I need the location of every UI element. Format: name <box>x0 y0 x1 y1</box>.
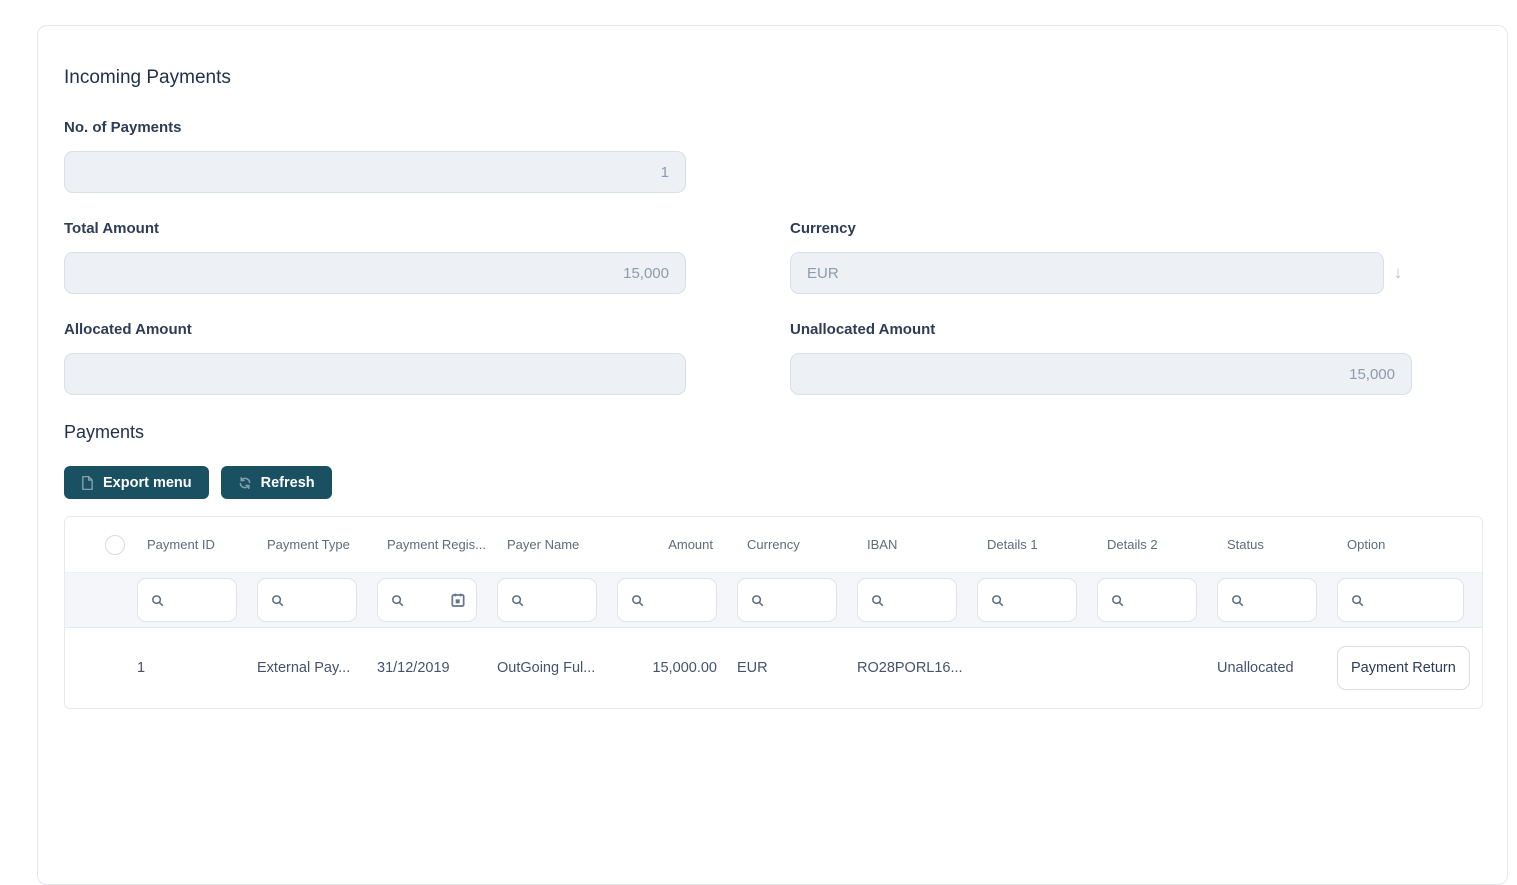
payments-table-filter-row <box>65 572 1482 628</box>
field-unallocated-amount: Unallocated Amount <box>790 321 1412 395</box>
cell-amount: 15,000.00 <box>652 660 717 676</box>
search-icon <box>152 594 164 606</box>
filter-amount[interactable] <box>617 578 717 622</box>
filter-payer-name[interactable] <box>497 578 597 622</box>
cell-payment-type: External Pay... <box>257 660 351 676</box>
search-icon <box>1112 594 1124 606</box>
col-header-iban: IBAN <box>867 537 898 552</box>
total-amount-input[interactable] <box>64 252 686 294</box>
payment-table-row: 1 External Pay... 31/12/2019 OutGoing Fu… <box>65 628 1482 708</box>
filter-payment-registration-date[interactable] <box>377 578 477 622</box>
payments-section-title: Payments <box>64 422 145 442</box>
field-allocated-amount: Allocated Amount <box>64 321 686 395</box>
file-icon <box>81 475 94 490</box>
no-of-payments-input[interactable] <box>64 151 686 193</box>
export-menu-label: Export menu <box>103 474 192 491</box>
payments-table: Payment ID Payment Type Payment Regis...… <box>64 516 1483 709</box>
filter-payment-type[interactable] <box>257 578 357 622</box>
currency-input[interactable] <box>790 252 1384 294</box>
col-header-status: Status <box>1227 537 1264 552</box>
search-icon <box>1352 594 1364 606</box>
col-header-details-1: Details 1 <box>987 537 1038 552</box>
col-header-payment-id: Payment ID <box>147 537 215 552</box>
search-icon <box>392 594 404 606</box>
filter-currency[interactable] <box>737 578 837 622</box>
payment-summary-form: No. of Payments Total Amount Currency ↓ … <box>64 119 1481 422</box>
payment-return-button[interactable]: Payment Return <box>1337 646 1470 690</box>
no-of-payments-label: No. of Payments <box>64 119 182 136</box>
cell-status: Unallocated <box>1217 660 1294 676</box>
allocated-amount-label: Allocated Amount <box>64 321 192 338</box>
field-total-amount: Total Amount <box>64 220 686 294</box>
refresh-label: Refresh <box>260 474 315 491</box>
cell-payer-name: OutGoing Ful... <box>497 660 596 676</box>
search-icon <box>1232 594 1244 606</box>
cell-payment-registration: 31/12/2019 <box>377 660 450 676</box>
unallocated-amount-input[interactable] <box>790 353 1412 395</box>
page-title: Incoming Payments <box>64 67 231 88</box>
field-no-of-payments: No. of Payments <box>64 119 686 193</box>
select-all-checkbox[interactable] <box>105 534 125 555</box>
field-currency: Currency ↓ <box>790 220 1412 294</box>
col-header-payer-name: Payer Name <box>507 537 580 552</box>
cell-payment-id: 1 <box>137 660 146 676</box>
currency-dropdown-arrow-icon[interactable]: ↓ <box>1384 263 1412 283</box>
incoming-payments-panel: Incoming Payments No. of Payments Total … <box>37 25 1508 885</box>
search-icon <box>272 594 284 606</box>
filter-payment-id[interactable] <box>137 578 237 622</box>
col-header-option: Option <box>1347 537 1386 552</box>
col-header-details-2: Details 2 <box>1107 537 1158 552</box>
filter-option[interactable] <box>1337 578 1464 622</box>
filter-status[interactable] <box>1217 578 1317 622</box>
currency-label: Currency <box>790 220 856 237</box>
export-menu-button[interactable]: Export menu <box>64 466 209 499</box>
total-amount-label: Total Amount <box>64 220 159 237</box>
filter-details-2[interactable] <box>1097 578 1197 622</box>
calendar-icon[interactable] <box>450 592 466 608</box>
col-header-payment-registration: Payment Regis... <box>387 537 486 552</box>
cell-iban: RO28PORL16... <box>857 660 963 676</box>
col-header-payment-type: Payment Type <box>267 537 350 552</box>
col-header-currency: Currency <box>747 537 800 552</box>
payments-table-header-row: Payment ID Payment Type Payment Regis...… <box>65 517 1482 572</box>
search-icon <box>872 594 884 606</box>
filter-details-1[interactable] <box>977 578 1077 622</box>
search-icon <box>632 594 644 606</box>
unallocated-amount-label: Unallocated Amount <box>790 321 936 338</box>
search-icon <box>512 594 524 606</box>
col-header-amount: Amount <box>668 537 713 552</box>
filter-iban[interactable] <box>857 578 957 622</box>
search-icon <box>752 594 764 606</box>
search-icon <box>992 594 1004 606</box>
refresh-icon <box>238 476 252 490</box>
payments-toolbar: Export menu Refresh <box>64 466 1481 499</box>
refresh-button[interactable]: Refresh <box>220 466 332 499</box>
cell-currency: EUR <box>737 660 768 676</box>
allocated-amount-input[interactable] <box>64 353 686 395</box>
